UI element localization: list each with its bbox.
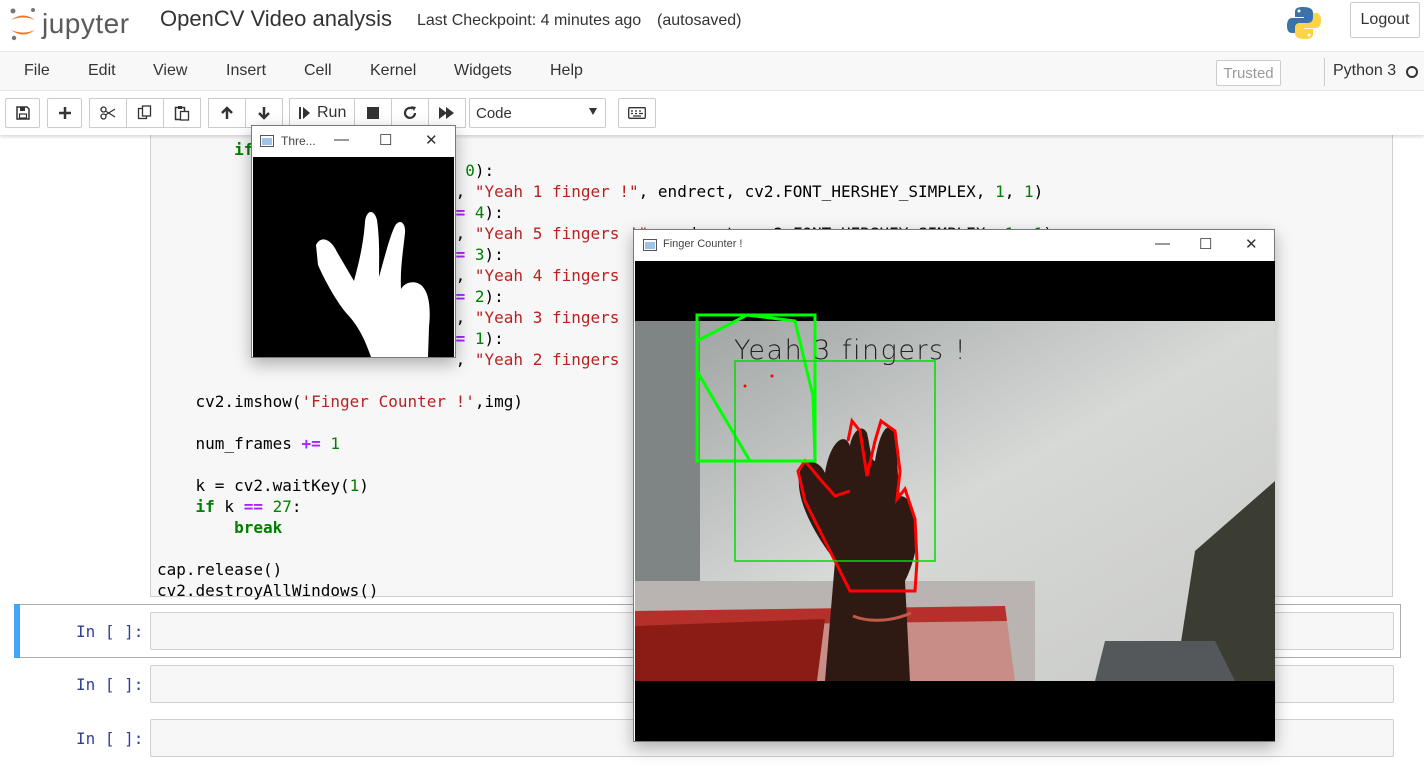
python-logo-icon [1287,7,1321,39]
stop-icon [367,107,379,119]
menu-widgets[interactable]: Widgets [454,62,512,80]
scissors-icon [100,106,116,120]
selected-cell-indicator [14,604,20,658]
cell-type-value: Code [476,104,512,122]
cell-prompt: In [ ]: [76,622,144,641]
kernel-status-icon [1406,66,1418,78]
interrupt-button[interactable] [354,98,392,128]
code-line[interactable]: break [157,517,282,538]
kernel-divider [1324,58,1325,86]
threshold-window[interactable]: Thre... — ☐ ✕ [251,125,456,358]
arrow-down-icon [258,107,270,120]
command-palette-button[interactable] [618,98,656,128]
insert-cell-button[interactable] [47,98,82,128]
logout-button[interactable]: Logout [1350,2,1420,38]
close-icon[interactable]: ✕ [1245,235,1258,253]
code-line[interactable]: cv2.destroyAllWindows() [157,580,379,601]
menu-cell[interactable]: Cell [304,62,332,80]
cell-type-select[interactable]: Code [469,98,606,128]
minimize-icon[interactable]: — [1155,235,1170,252]
window-app-icon [260,135,274,147]
menu-view[interactable]: View [153,62,187,80]
run-label: Run [317,104,347,121]
restart-button[interactable] [391,98,429,128]
move-up-button[interactable] [208,98,246,128]
restart-icon [403,106,417,119]
plus-icon [58,107,71,119]
overlay-text: Yeah 3 fingers ! [734,335,968,366]
menu-insert[interactable]: Insert [226,62,266,80]
finger-counter-window-title: Finger Counter ! [663,238,743,250]
header: jupyter OpenCV Video analysis Last Check… [0,0,1424,51]
save-button[interactable] [5,98,40,128]
chevron-down-icon [589,108,597,115]
finger-counter-window[interactable]: Finger Counter ! — ☐ ✕ Yeah 3 fingers ! [633,229,1275,742]
maximize-icon[interactable]: ☐ [379,131,392,149]
save-icon [15,106,30,120]
copy-icon [137,105,152,120]
logo-text: jupyter [42,8,130,39]
code-line[interactable]: num_frames += 1 [157,433,341,454]
code-line[interactable]: if k == 27: [157,496,302,517]
window-app-icon [643,239,657,251]
menu-file[interactable]: File [24,62,50,80]
cell-prompt: In [ ]: [76,675,144,694]
kernel-name[interactable]: Python 3 [1333,62,1396,80]
paste-icon [174,106,190,121]
menu-edit[interactable]: Edit [88,62,116,80]
camera-frame [635,261,1275,741]
maximize-icon[interactable]: ☐ [1199,235,1212,253]
copy-button[interactable] [126,98,164,128]
finger-counter-window-titlebar[interactable]: Finger Counter ! — ☐ ✕ [634,230,1274,260]
arrow-up-icon [221,106,233,119]
trusted-indicator[interactable]: Trusted [1216,60,1281,86]
toolbar: Run Code [0,91,1424,135]
run-button[interactable]: Run [289,98,355,128]
menu-bar: File Edit View Insert Cell Kernel Widget… [0,51,1424,91]
fast-forward-icon [439,107,454,119]
menu-help[interactable]: Help [550,62,583,80]
cut-button[interactable] [89,98,127,128]
close-icon[interactable]: ✕ [425,131,438,149]
paste-button[interactable] [163,98,201,128]
notebook-title[interactable]: OpenCV Video analysis [160,6,392,32]
threshold-window-titlebar[interactable]: Thre... — ☐ ✕ [252,126,455,156]
jupyter-logo[interactable]: jupyter [8,6,130,42]
code-line[interactable]: cv2.imshow('Finger Counter !',img) [157,391,524,412]
run-icon [299,107,310,119]
jupyter-logo-icon [10,8,35,41]
checkpoint-status: Last Checkpoint: 4 minutes ago [417,12,642,29]
minimize-icon[interactable]: — [334,131,349,148]
code-line[interactable]: cap.release() [157,559,282,580]
threshold-image [253,157,454,357]
autosave-status: (autosaved) [657,12,742,29]
restart-run-all-button[interactable] [428,98,466,128]
code-line[interactable]: k = cv2.waitKey(1) [157,475,369,496]
cell-prompt: In [ ]: [76,729,144,748]
code-line[interactable]: if [157,139,253,160]
menu-kernel[interactable]: Kernel [370,62,416,80]
move-down-button[interactable] [245,98,283,128]
threshold-window-title: Thre... [281,134,316,148]
keyboard-icon [628,107,646,119]
